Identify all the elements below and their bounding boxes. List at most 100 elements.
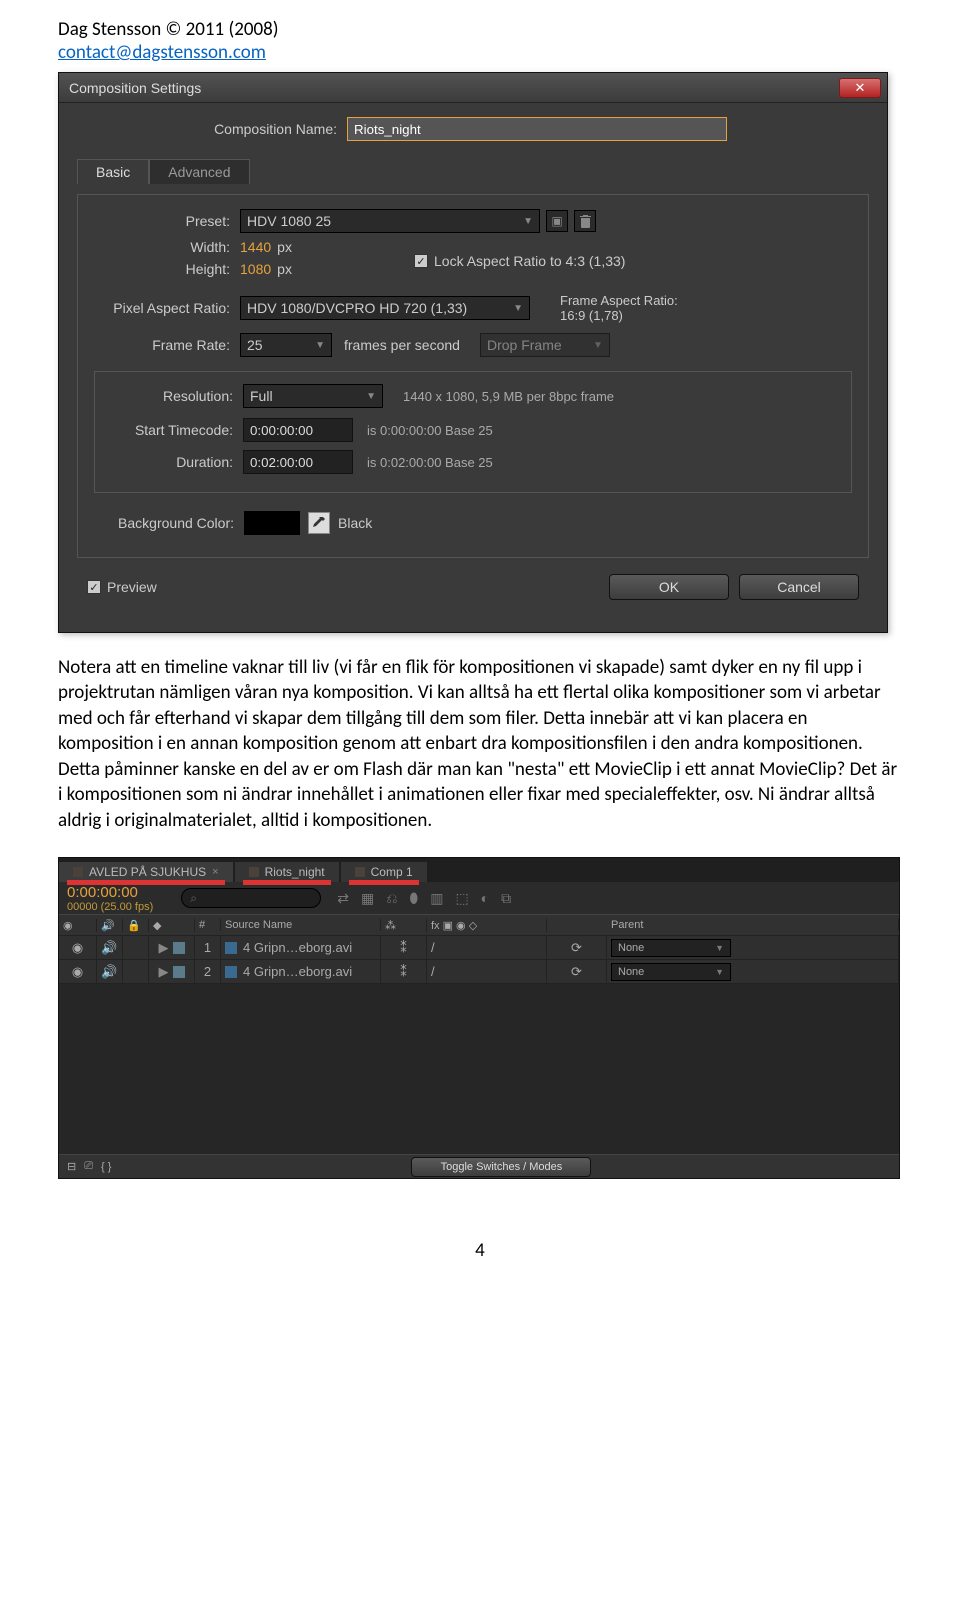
close-icon: ✕ <box>855 80 866 96</box>
comp-name-input[interactable] <box>347 117 727 141</box>
link-icon[interactable]: ⟳ <box>547 936 607 959</box>
width-unit: px <box>277 239 292 255</box>
lock-aspect-checkbox[interactable]: ✓ <box>414 254 428 268</box>
parent-dropdown[interactable]: None▼ <box>611 939 731 957</box>
fr-dropdown[interactable]: 25 ▼ <box>240 333 332 357</box>
chevron-down-icon: ▼ <box>366 391 376 402</box>
tl-icon[interactable]: ◐ <box>481 890 489 907</box>
chevron-down-icon: ▼ <box>593 340 603 351</box>
par-value: HDV 1080/DVCPRO HD 720 (1,33) <box>247 300 467 316</box>
chevron-down-icon: ▼ <box>315 340 325 351</box>
close-button[interactable]: ✕ <box>839 78 881 98</box>
res-value: Full <box>250 388 273 404</box>
switch-cell[interactable]: ⁑ <box>381 936 427 959</box>
cancel-button[interactable]: Cancel <box>739 574 859 600</box>
tl-icon[interactable]: ⇄ <box>337 890 349 907</box>
col-eye: ◉ <box>59 919 97 932</box>
timeline-tab-label: Riots_night <box>265 865 325 879</box>
tl-icon[interactable]: ▥ <box>430 890 443 907</box>
contact-email[interactable]: contact@dagstensson.com <box>58 41 266 64</box>
dur-label: Duration: <box>109 454 243 470</box>
eyedropper-icon[interactable] <box>308 512 330 534</box>
height-value[interactable]: 1080 <box>240 261 271 277</box>
preview-checkbox[interactable]: ✓ <box>87 580 101 594</box>
preview-label: Preview <box>107 579 157 595</box>
stc-label: Start Timecode: <box>109 422 243 438</box>
tl-icon[interactable]: ⧉ <box>501 890 511 907</box>
comp-icon <box>249 867 259 877</box>
tl-icon[interactable]: ⬚ <box>455 890 468 907</box>
timeline-tab-0[interactable]: AVLED PÅ SJUKHUS × <box>59 862 233 882</box>
bg-color-swatch[interactable] <box>244 511 300 535</box>
audio-toggle[interactable]: 🔊 <box>97 936 123 959</box>
par-dropdown[interactable]: HDV 1080/DVCPRO HD 720 (1,33) ▼ <box>240 296 530 320</box>
tab-basic[interactable]: Basic <box>77 159 149 184</box>
eye-toggle[interactable]: ◉ <box>59 960 97 983</box>
current-timecode[interactable]: 0:00:00:00 <box>67 884 153 901</box>
link-icon[interactable]: ⟳ <box>547 960 607 983</box>
bg-label: Background Color: <box>94 515 244 531</box>
stc-info: is 0:00:00:00 Base 25 <box>367 423 493 438</box>
timeline-search[interactable]: ⌕ <box>181 888 321 908</box>
res-info: 1440 x 1080, 5,9 MB per 8bpc frame <box>403 389 614 404</box>
dropframe-dropdown: Drop Frame ▼ <box>480 333 610 357</box>
chevron-down-icon: ▼ <box>513 303 523 314</box>
red-underline <box>243 880 331 885</box>
dropframe-value: Drop Frame <box>487 337 562 353</box>
switch-cell[interactable]: ⁑ <box>381 960 427 983</box>
fr-suffix: frames per second <box>344 337 460 353</box>
timeline-panel: AVLED PÅ SJUKHUS × Riots_night Comp 1 0:… <box>58 857 900 1179</box>
delete-preset-icon[interactable] <box>574 210 596 232</box>
close-tab-icon[interactable]: × <box>212 866 218 878</box>
twirl-icon[interactable]: ▶ <box>149 960 195 983</box>
tl-foot-icon[interactable]: ⊟ <box>67 1160 76 1173</box>
comp-icon <box>73 867 83 877</box>
fx-cell[interactable]: / <box>427 960 547 983</box>
far-value: 16:9 (1,78) <box>560 308 678 323</box>
tl-foot-icon[interactable]: ⎚ <box>84 1160 93 1173</box>
timeline-tab-label: AVLED PÅ SJUKHUS <box>89 865 206 879</box>
bg-color-name: Black <box>338 515 372 531</box>
layer-name[interactable]: 4 Gripn…eborg.avi <box>221 960 381 983</box>
timeline-empty-area[interactable] <box>59 984 899 1154</box>
stc-input[interactable] <box>243 418 353 442</box>
col-label: ◆ <box>149 919 195 932</box>
col-fx: fx ▣ ◉ ◇ <box>427 919 547 932</box>
timeline-row[interactable]: ◉🔊▶24 Gripn…eborg.avi⁑ / ⟳None▼ <box>59 960 899 984</box>
tl-icon[interactable]: ▦ <box>361 890 374 907</box>
col-num: # <box>195 919 221 931</box>
red-underline <box>349 880 419 885</box>
ok-button[interactable]: OK <box>609 574 729 600</box>
parent-dropdown[interactable]: None▼ <box>611 963 731 981</box>
tab-advanced[interactable]: Advanced <box>149 159 249 184</box>
dur-input[interactable] <box>243 450 353 474</box>
dur-info: is 0:02:00:00 Base 25 <box>367 455 493 470</box>
timeline-tab-2[interactable]: Comp 1 <box>341 862 427 882</box>
twirl-icon[interactable]: ▶ <box>149 936 195 959</box>
height-label: Height: <box>94 261 240 277</box>
fr-value: 25 <box>247 337 263 353</box>
preset-dropdown[interactable]: HDV 1080 25 ▼ <box>240 209 540 233</box>
tl-icon[interactable]: ⎌ <box>386 890 397 907</box>
tl-foot-icon[interactable]: { } <box>101 1161 111 1173</box>
width-value[interactable]: 1440 <box>240 239 271 255</box>
preset-label: Preset: <box>94 213 240 229</box>
res-label: Resolution: <box>109 388 243 404</box>
audio-toggle[interactable]: 🔊 <box>97 960 123 983</box>
par-label: Pixel Aspect Ratio: <box>94 300 240 316</box>
eye-toggle[interactable]: ◉ <box>59 936 97 959</box>
timeline-row[interactable]: ◉🔊▶14 Gripn…eborg.avi⁑ / ⟳None▼ <box>59 936 899 960</box>
search-icon: ⌕ <box>190 891 197 906</box>
timeline-tab-1[interactable]: Riots_night <box>235 862 339 882</box>
toggle-switches-button[interactable]: Toggle Switches / Modes <box>411 1157 591 1177</box>
fps-display: 00000 (25.00 fps) <box>67 901 153 913</box>
tl-icon[interactable]: ⬮ <box>409 890 418 907</box>
author-line: Dag Stensson © 2011 (2008) <box>58 18 902 41</box>
res-dropdown[interactable]: Full ▼ <box>243 384 383 408</box>
col-lock: 🔒 <box>123 919 149 932</box>
col-audio: 🔊 <box>97 919 123 932</box>
layer-name[interactable]: 4 Gripn…eborg.avi <box>221 936 381 959</box>
save-preset-icon[interactable]: ▣ <box>546 210 568 232</box>
body-paragraph: Notera att en timeline vaknar till liv (… <box>58 655 902 833</box>
fx-cell[interactable]: / <box>427 936 547 959</box>
